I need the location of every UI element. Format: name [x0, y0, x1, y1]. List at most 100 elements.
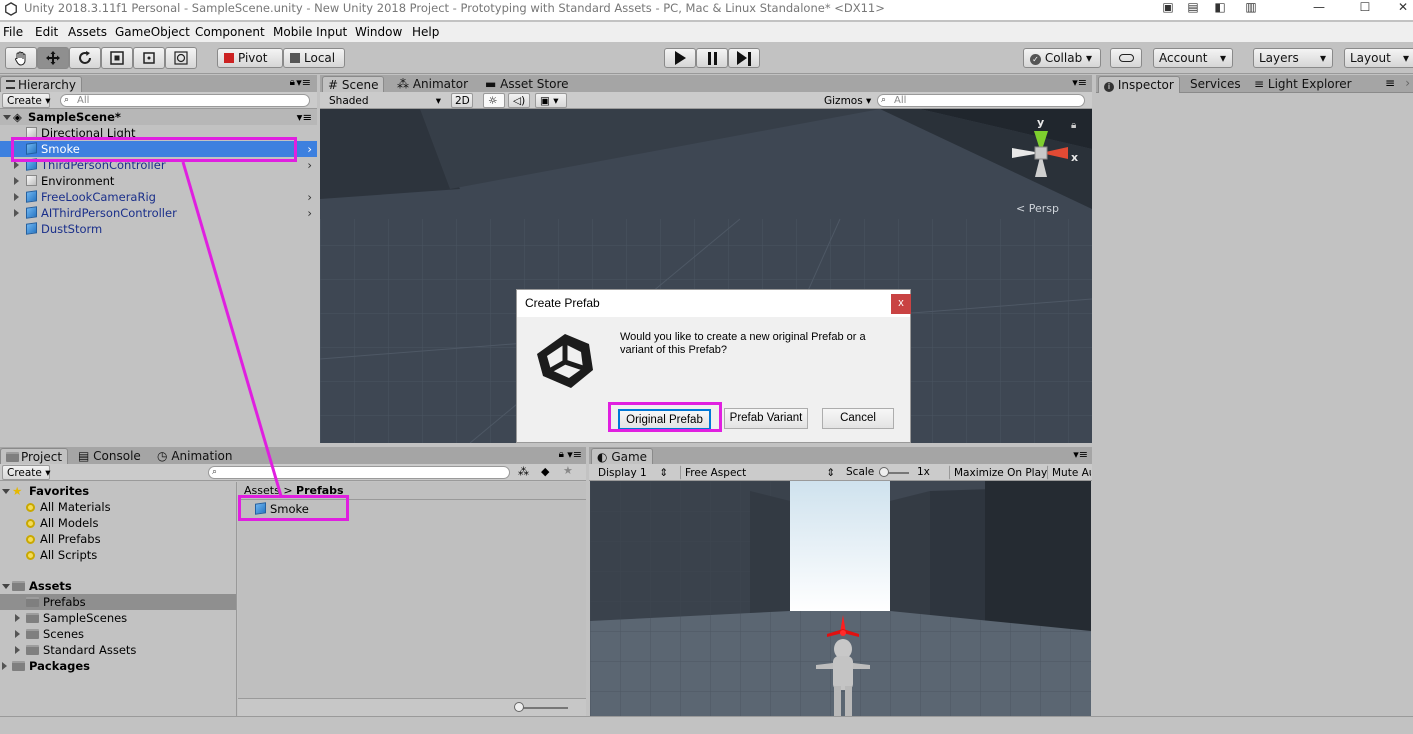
expand-arrow-icon[interactable] [2, 489, 10, 494]
mode-2d-toggle[interactable]: 2D [451, 93, 473, 108]
hierarchy-item-aithirdpersoncontroller[interactable]: AIThirdPersonController › [0, 205, 317, 221]
tab-animation[interactable]: ◷ Animation [152, 448, 238, 465]
chevron-right-icon[interactable]: › [307, 189, 312, 205]
slider-handle[interactable] [514, 702, 524, 712]
tab-list-icon[interactable]: ≡ [1385, 76, 1395, 90]
expand-arrow-icon[interactable] [3, 115, 11, 120]
tab-project[interactable]: Project [0, 448, 69, 465]
folder-icon [26, 597, 39, 607]
filter-label-icon[interactable]: ◆ [541, 465, 549, 478]
transform-tool-button[interactable] [165, 47, 197, 69]
favorite-all-scripts[interactable]: All Scripts [26, 547, 97, 563]
pivot-toggle-button[interactable]: Pivot [217, 48, 283, 68]
account-dropdown[interactable]: Account ▾ [1153, 48, 1233, 68]
scale-tool-button[interactable] [101, 47, 133, 69]
lighting-toggle[interactable]: ☼ [483, 93, 505, 108]
effects-dropdown[interactable]: ▣ ▾ [535, 93, 567, 108]
expand-arrow-icon[interactable] [14, 161, 19, 169]
game-viewport[interactable] [590, 481, 1091, 716]
close-window-button[interactable]: ✕ [1380, 0, 1413, 20]
pause-button[interactable] [696, 48, 728, 68]
rect-tool-button[interactable] [133, 47, 165, 69]
aspect-dropdown[interactable]: Free Aspect ⇕ [680, 465, 840, 480]
favorite-star-icon[interactable]: ★ [563, 464, 573, 477]
hierarchy-item-environment[interactable]: Environment [0, 173, 317, 189]
hierarchy-item-freelookcamerarig[interactable]: FreeLookCameraRig › [0, 189, 317, 205]
maximize-on-play-toggle[interactable]: Maximize On Play [949, 465, 1047, 480]
hand-tool-button[interactable] [5, 47, 37, 69]
expand-arrow-icon[interactable] [14, 209, 19, 217]
rotate-tool-button[interactable] [69, 47, 101, 69]
mute-audio-toggle[interactable]: Mute Au [1047, 465, 1092, 480]
panel-menu-icon[interactable]: ▾≡ [567, 448, 582, 461]
menu-help[interactable]: Help [412, 25, 439, 39]
chevron-right-icon[interactable]: › [307, 141, 312, 157]
menu-assets[interactable]: Assets [68, 25, 107, 39]
scene-menu-icon[interactable]: ▾≡ [297, 109, 312, 125]
expand-arrow-icon[interactable] [2, 662, 7, 670]
minimize-button[interactable]: — [1296, 0, 1342, 20]
tab-animator[interactable]: ⁂ Animator [392, 76, 473, 93]
project-create-dropdown[interactable]: Create ▾ [2, 465, 51, 480]
lock-icon[interactable]: 🔒︎ [290, 77, 295, 88]
taskbar-icon-4[interactable]: ▥ [1228, 0, 1274, 20]
step-button[interactable] [728, 48, 760, 68]
favorite-all-prefabs[interactable]: All Prefabs [26, 531, 101, 547]
perspective-label[interactable]: < Persp [1016, 202, 1059, 215]
tab-scene[interactable]: # Scene [322, 76, 385, 93]
scale-slider-handle[interactable] [879, 467, 889, 477]
filter-type-icon[interactable]: ⁂ [518, 465, 529, 478]
dialog-close-button[interactable]: x [891, 294, 911, 314]
panel-menu-icon[interactable]: ▾≡ [296, 76, 311, 89]
menu-component[interactable]: Component [195, 25, 265, 39]
tab-inspector[interactable]: i Inspector [1098, 76, 1180, 93]
menu-file[interactable]: File [3, 25, 23, 39]
panel-menu-icon[interactable]: ▾≡ [1073, 448, 1088, 461]
audio-toggle[interactable]: ◁) [508, 93, 530, 108]
hierarchy-create-dropdown[interactable]: Create ▾ [2, 93, 51, 108]
expand-arrow-icon[interactable] [15, 630, 20, 638]
expand-arrow-icon[interactable] [15, 614, 20, 622]
shading-mode-dropdown[interactable]: Shaded ▾ [324, 93, 446, 108]
menu-gameobject[interactable]: GameObject [115, 25, 190, 39]
menu-mobile-input[interactable]: Mobile Input [273, 25, 347, 39]
expand-arrow-icon[interactable] [15, 646, 20, 654]
scene-header[interactable]: ◈ SampleScene* ▾≡ [0, 109, 317, 125]
favorite-all-materials[interactable]: All Materials [26, 499, 111, 515]
expand-arrow-icon[interactable] [2, 584, 10, 589]
hierarchy-search-input[interactable]: ⌕ All [60, 94, 310, 107]
collab-dropdown[interactable]: ✓ Collab ▾ [1023, 48, 1101, 68]
tab-light-explorer[interactable]: ≡ Light Explorer [1249, 76, 1357, 93]
menu-edit[interactable]: Edit [35, 25, 58, 39]
tab-hierarchy[interactable]: Hierarchy [0, 76, 83, 93]
layout-dropdown[interactable]: Layout ▾ [1344, 48, 1413, 68]
cancel-button[interactable]: Cancel [822, 408, 894, 429]
chevron-right-icon[interactable]: › [307, 157, 312, 173]
gizmos-dropdown[interactable]: Gizmos ▾ [819, 93, 871, 108]
prefab-variant-button[interactable]: Prefab Variant [724, 408, 808, 429]
hierarchy-item-duststorm[interactable]: DustStorm [26, 221, 102, 237]
tab-asset-store[interactable]: ▬ Asset Store [480, 76, 574, 93]
scene-search-input[interactable]: ⌕ All [877, 94, 1085, 107]
layers-dropdown[interactable]: Layers ▾ [1253, 48, 1333, 68]
aspect-label: Free Aspect [685, 467, 747, 479]
local-toggle-button[interactable]: Local [283, 48, 345, 68]
expand-arrow-icon[interactable] [14, 193, 19, 201]
cloud-button[interactable] [1110, 48, 1142, 68]
tab-scroll-icon[interactable]: › [1405, 76, 1410, 90]
folder-prefabs[interactable]: Prefabs [0, 594, 236, 610]
gizmo-lock-icon[interactable]: 🔒︎ [1071, 120, 1076, 131]
tab-services[interactable]: Services [1185, 76, 1246, 93]
lock-icon[interactable]: 🔒︎ [559, 449, 564, 460]
tab-game[interactable]: ◐ Game [591, 448, 654, 465]
panel-menu-icon[interactable]: ▾≡ [1072, 76, 1087, 89]
menu-window[interactable]: Window [355, 25, 402, 39]
play-button[interactable] [664, 48, 696, 68]
display-dropdown[interactable]: Display 1 ⇕ [593, 465, 673, 480]
favorite-all-models[interactable]: All Models [26, 515, 98, 531]
move-tool-button[interactable] [37, 47, 69, 69]
expand-arrow-icon[interactable] [14, 177, 19, 185]
project-search-input[interactable]: ⌕ [208, 466, 510, 479]
tab-console[interactable]: ▤ Console [73, 448, 146, 465]
chevron-right-icon[interactable]: › [307, 205, 312, 221]
